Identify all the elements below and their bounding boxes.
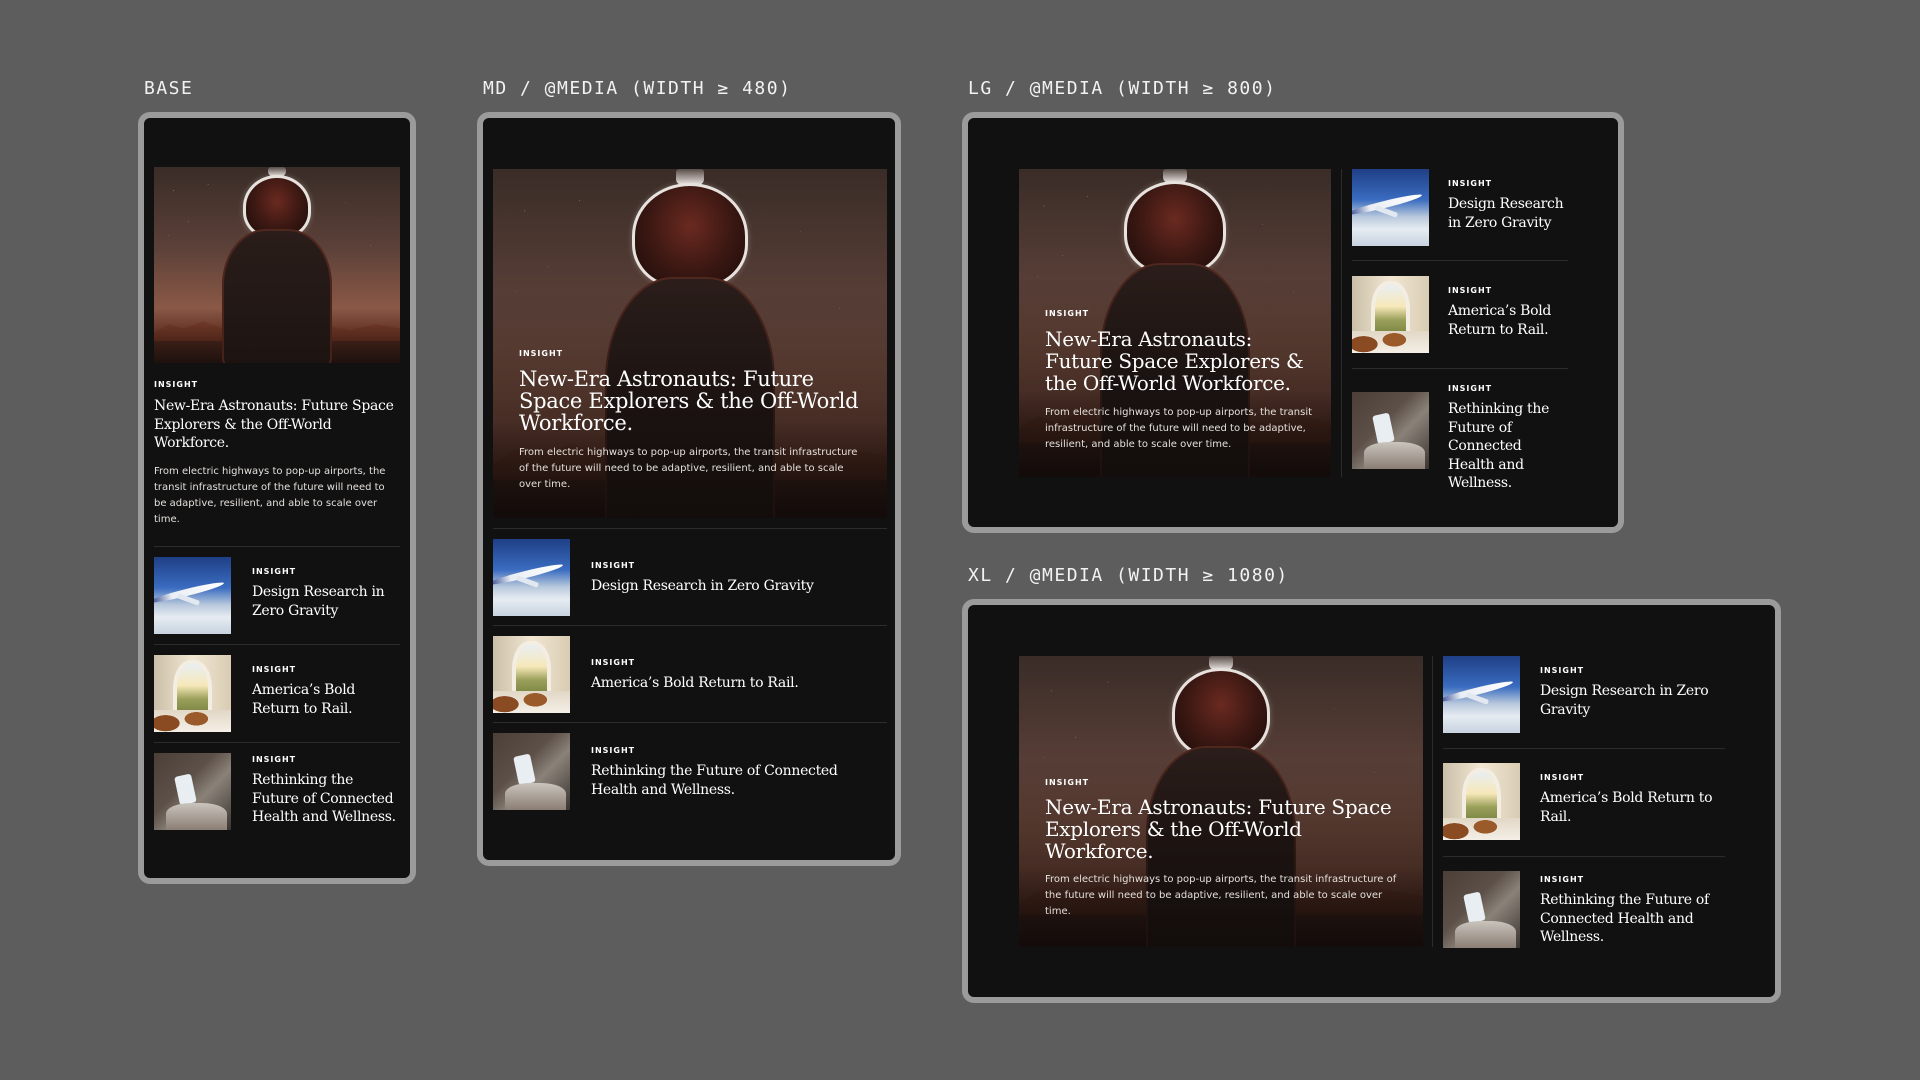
train-interior-photo	[493, 636, 570, 713]
divider	[1352, 260, 1568, 261]
divider	[154, 546, 400, 547]
feature-card[interactable]: INSIGHT New-Era Astronauts: Future Space…	[1019, 169, 1331, 477]
divider	[154, 644, 400, 645]
article-title: America’s Bold Return to Rail.	[1448, 303, 1552, 338]
airplane-above-clouds-photo	[493, 539, 570, 616]
airplane-above-clouds-photo	[1352, 169, 1429, 246]
article-eyebrow: INSIGHT	[1540, 666, 1585, 675]
breakpoint-label-base: BASE	[144, 78, 194, 99]
feature-description: From electric highways to pop-up airport…	[154, 466, 386, 525]
article-eyebrow: INSIGHT	[1448, 179, 1493, 188]
divider	[493, 625, 887, 626]
divider	[493, 722, 887, 723]
article-title: Design Research in Zero Gravity	[252, 584, 385, 619]
breakpoint-label-xl: XL / @MEDIA (WIDTH ≥ 1080)	[968, 565, 1289, 586]
article-item[interactable]: INSIGHT Rethinking the Future of Connect…	[154, 753, 400, 831]
feature-card[interactable]: INSIGHT New-Era Astronauts: Future Space…	[1019, 656, 1423, 947]
article-title: Rethinking the Future of Connected Healt…	[252, 772, 396, 825]
train-interior-photo	[154, 655, 231, 732]
divider	[493, 528, 887, 529]
article-item[interactable]: INSIGHT Rethinking the Future of Connect…	[493, 733, 887, 810]
article-eyebrow: INSIGHT	[591, 746, 636, 755]
article-item[interactable]: INSIGHT America’s Bold Return to Rail.	[493, 636, 887, 713]
feature-eyebrow: INSIGHT	[1045, 309, 1090, 318]
article-item[interactable]: INSIGHT America’s Bold Return to Rail.	[1352, 276, 1568, 353]
article-item[interactable]: INSIGHT Design Research in Zero Gravity	[154, 557, 400, 635]
column-divider	[1341, 169, 1342, 477]
article-item[interactable]: INSIGHT Rethinking the Future of Connect…	[1443, 871, 1725, 948]
divider	[1352, 368, 1568, 369]
feature-description: From electric highways to pop-up airport…	[519, 447, 858, 490]
person-with-tablet-photo	[154, 753, 231, 830]
train-interior-photo	[1443, 763, 1520, 840]
article-title: America’s Bold Return to Rail.	[252, 682, 356, 717]
preview-frame-lg: INSIGHT New-Era Astronauts: Future Space…	[962, 112, 1624, 533]
preview-frame-md: INSIGHT New-Era Astronauts: Future Space…	[477, 112, 901, 866]
article-eyebrow: INSIGHT	[1448, 286, 1493, 295]
article-item[interactable]: INSIGHT Design Research in Zero Gravity	[1443, 656, 1725, 733]
astronaut-on-mars-photo	[154, 167, 400, 363]
article-title: Rethinking the Future of Connected Healt…	[591, 763, 838, 798]
article-title: America’s Bold Return to Rail.	[1540, 790, 1713, 825]
divider	[1443, 748, 1725, 749]
preview-frame-xl: INSIGHT New-Era Astronauts: Future Space…	[962, 599, 1781, 1003]
person-with-tablet-photo	[1443, 871, 1520, 948]
article-title: Design Research in Zero Gravity	[1540, 683, 1709, 718]
article-title: Design Research in Zero Gravity	[591, 578, 814, 594]
article-eyebrow: INSIGHT	[1448, 384, 1493, 393]
article-title: Rethinking the Future of Connected Healt…	[1448, 401, 1550, 491]
article-item[interactable]: INSIGHT America’s Bold Return to Rail.	[154, 655, 400, 733]
breakpoint-label-md: MD / @MEDIA (WIDTH ≥ 480)	[483, 78, 792, 99]
article-item[interactable]: INSIGHT Rethinking the Future of Connect…	[1352, 384, 1568, 491]
person-with-tablet-photo	[493, 733, 570, 810]
article-eyebrow: INSIGHT	[1540, 773, 1585, 782]
article-eyebrow: INSIGHT	[252, 665, 297, 674]
article-eyebrow: INSIGHT	[591, 561, 636, 570]
feature-title: New-Era Astronauts: Future Space Explore…	[519, 367, 859, 435]
feature-card[interactable]: INSIGHT New-Era Astronauts: Future Space…	[493, 169, 887, 518]
feature-description: From electric highways to pop-up airport…	[1045, 874, 1397, 917]
article-item[interactable]: INSIGHT Design Research in Zero Gravity	[1352, 169, 1568, 246]
train-interior-photo	[1352, 276, 1429, 353]
article-eyebrow: INSIGHT	[252, 567, 297, 576]
feature-title: New-Era Astronauts: Future Space Explore…	[154, 398, 394, 451]
breakpoint-label-lg: LG / @MEDIA (WIDTH ≥ 800)	[968, 78, 1277, 99]
feature-title: New-Era Astronauts: Future Space Explore…	[1045, 795, 1392, 863]
divider	[154, 742, 400, 743]
feature-description: From electric highways to pop-up airport…	[1045, 407, 1313, 450]
article-eyebrow: INSIGHT	[591, 658, 636, 667]
person-with-tablet-photo	[1352, 392, 1429, 469]
article-title: Design Research in Zero Gravity	[1448, 196, 1564, 231]
article-title: America’s Bold Return to Rail.	[591, 675, 799, 691]
feature-title: New-Era Astronauts: Future Space Explore…	[1045, 327, 1304, 395]
airplane-above-clouds-photo	[154, 557, 231, 634]
article-title: Rethinking the Future of Connected Healt…	[1540, 892, 1709, 945]
airplane-above-clouds-photo	[1443, 656, 1520, 733]
preview-frame-base: INSIGHT New-Era Astronauts: Future Space…	[138, 112, 416, 884]
feature-eyebrow: INSIGHT	[519, 349, 564, 358]
article-item[interactable]: INSIGHT Design Research in Zero Gravity	[493, 539, 887, 616]
feature-eyebrow: INSIGHT	[154, 380, 199, 389]
article-item[interactable]: INSIGHT America’s Bold Return to Rail.	[1443, 763, 1725, 840]
feature-eyebrow: INSIGHT	[1045, 778, 1090, 787]
divider	[1443, 856, 1725, 857]
feature-card[interactable]: INSIGHT New-Era Astronauts: Future Space…	[154, 167, 400, 545]
article-eyebrow: INSIGHT	[1540, 875, 1585, 884]
article-eyebrow: INSIGHT	[252, 755, 297, 764]
column-divider	[1432, 656, 1433, 947]
